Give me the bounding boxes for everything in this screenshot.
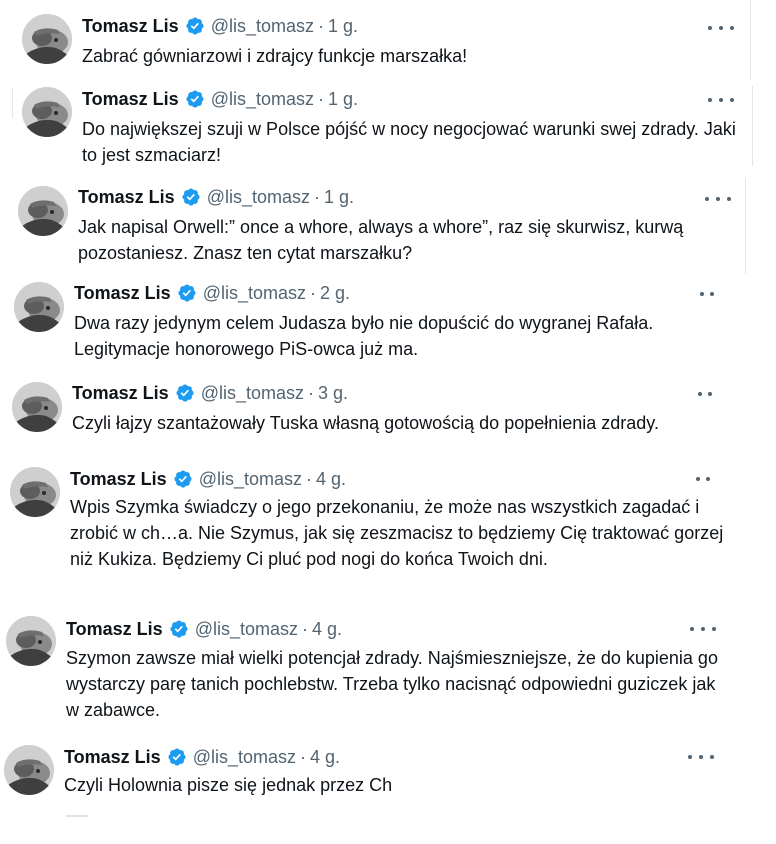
more-dot (696, 477, 700, 481)
tweet-header: Tomasz Lis @lis_tomasz · 1 g. (82, 14, 358, 42)
author-handle[interactable]: @lis_tomasz (211, 89, 314, 109)
separator-dot: · (308, 383, 315, 403)
verified-badge-icon (175, 383, 195, 409)
separator-dot: · (318, 89, 325, 109)
more-dot (730, 26, 734, 30)
more-options-icon[interactable] (708, 20, 734, 36)
avatar[interactable] (22, 14, 72, 64)
tweet-text: Szymon zawsze miał wielki potencjał zdra… (66, 648, 718, 720)
author-handle[interactable]: @lis_tomasz (203, 283, 306, 303)
more-dot (719, 98, 723, 102)
author-name[interactable]: Tomasz Lis (64, 747, 161, 767)
author-handle[interactable]: @lis_tomasz (207, 187, 310, 207)
avatar[interactable] (4, 745, 54, 795)
separator-dot: · (318, 16, 325, 36)
tweet-text: Jak napisal Orwell:” once a whore, alway… (78, 217, 684, 263)
more-dot (708, 26, 712, 30)
verified-badge-icon (167, 747, 187, 773)
more-dot (688, 755, 692, 759)
author-name[interactable]: Tomasz Lis (78, 187, 175, 207)
verified-badge-icon (169, 619, 189, 645)
more-dot (690, 627, 694, 631)
tweet-header: Tomasz Lis @lis_tomasz · 4 g. (64, 745, 340, 773)
verified-badge-icon (173, 469, 193, 495)
more-options-icon[interactable] (698, 386, 712, 402)
tweet-header: Tomasz Lis @lis_tomasz · 1 g. (78, 185, 354, 213)
tweet-timestamp[interactable]: 4 g. (316, 469, 346, 489)
author-handle[interactable]: @lis_tomasz (195, 619, 298, 639)
tweet-timestamp[interactable]: 2 g. (320, 283, 350, 303)
crop-edge (12, 88, 13, 118)
more-options-icon[interactable] (708, 92, 734, 108)
avatar[interactable] (6, 616, 56, 666)
more-dot (730, 98, 734, 102)
separator-dot: · (302, 619, 309, 639)
author-name[interactable]: Tomasz Lis (82, 89, 179, 109)
author-name[interactable]: Tomasz Lis (66, 619, 163, 639)
verified-badge-icon (185, 89, 205, 115)
more-dot (698, 392, 702, 396)
tweet-text: Zabrać gówniarzowi i zdrajcy funkcje mar… (82, 46, 468, 66)
crop-edge (745, 178, 746, 274)
verified-badge-icon (185, 16, 205, 42)
more-dot (699, 755, 703, 759)
author-name[interactable]: Tomasz Lis (70, 469, 167, 489)
tweet-text: Wpis Szymka świadczy o jego przekonaniu,… (70, 497, 724, 569)
tweet-header: Tomasz Lis @lis_tomasz · 4 g. (66, 617, 342, 645)
tweet-timestamp[interactable]: 1 g. (328, 89, 358, 109)
more-dot (701, 627, 705, 631)
tweet-timestamp[interactable]: 3 g. (318, 383, 348, 403)
tweet-header: Tomasz Lis @lis_tomasz · 1 g. (82, 87, 358, 115)
verified-badge-icon (181, 187, 201, 213)
crop-edge (752, 86, 753, 166)
author-handle[interactable]: @lis_tomasz (201, 383, 304, 403)
more-dot (712, 627, 716, 631)
tweet-text: Dwa razy jedynym celem Judasza było nie … (74, 313, 654, 359)
more-dot (710, 755, 714, 759)
avatar[interactable] (14, 282, 64, 332)
tweet-timestamp[interactable]: 4 g. (312, 619, 342, 639)
crop-edge (66, 815, 88, 817)
more-options-icon[interactable] (690, 621, 716, 637)
separator-dot: · (300, 747, 307, 767)
crop-edge (750, 0, 751, 80)
author-handle[interactable]: @lis_tomasz (199, 469, 302, 489)
avatar[interactable] (18, 186, 68, 236)
tweet-text: Czyli Holownia pisze się jednak przez Ch (64, 775, 393, 795)
avatar[interactable] (22, 87, 72, 137)
more-dot (708, 98, 712, 102)
author-name[interactable]: Tomasz Lis (82, 16, 179, 36)
more-dot (719, 26, 723, 30)
verified-badge-icon (177, 283, 197, 309)
author-handle[interactable]: @lis_tomasz (211, 16, 314, 36)
more-dot (706, 477, 710, 481)
more-options-icon[interactable] (688, 749, 714, 765)
tweet-header: Tomasz Lis @lis_tomasz · 3 g. (72, 381, 348, 409)
tweet-text: Do największej szuji w Polsce pójść w no… (82, 119, 736, 165)
more-dot (700, 292, 704, 296)
tweet-timestamp[interactable]: 1 g. (328, 16, 358, 36)
tweet-timestamp[interactable]: 1 g. (324, 187, 354, 207)
separator-dot: · (306, 469, 313, 489)
tweet-header: Tomasz Lis @lis_tomasz · 4 g. (70, 467, 346, 495)
more-dot (710, 292, 714, 296)
separator-dot: · (314, 187, 321, 207)
avatar[interactable] (12, 382, 62, 432)
tweet-timestamp[interactable]: 4 g. (310, 747, 340, 767)
avatar[interactable] (10, 467, 60, 517)
separator-dot: · (310, 283, 317, 303)
more-dot (727, 197, 731, 201)
more-options-icon[interactable] (700, 286, 714, 302)
tweet-header: Tomasz Lis @lis_tomasz · 2 g. (74, 281, 350, 309)
author-handle[interactable]: @lis_tomasz (193, 747, 296, 767)
more-dot (705, 197, 709, 201)
more-options-icon[interactable] (696, 471, 710, 487)
author-name[interactable]: Tomasz Lis (74, 283, 171, 303)
tweet-text: Czyli łajzy szantażowały Tuska własną go… (72, 413, 659, 433)
more-dot (716, 197, 720, 201)
more-options-icon[interactable] (705, 191, 731, 207)
more-dot (708, 392, 712, 396)
author-name[interactable]: Tomasz Lis (72, 383, 169, 403)
